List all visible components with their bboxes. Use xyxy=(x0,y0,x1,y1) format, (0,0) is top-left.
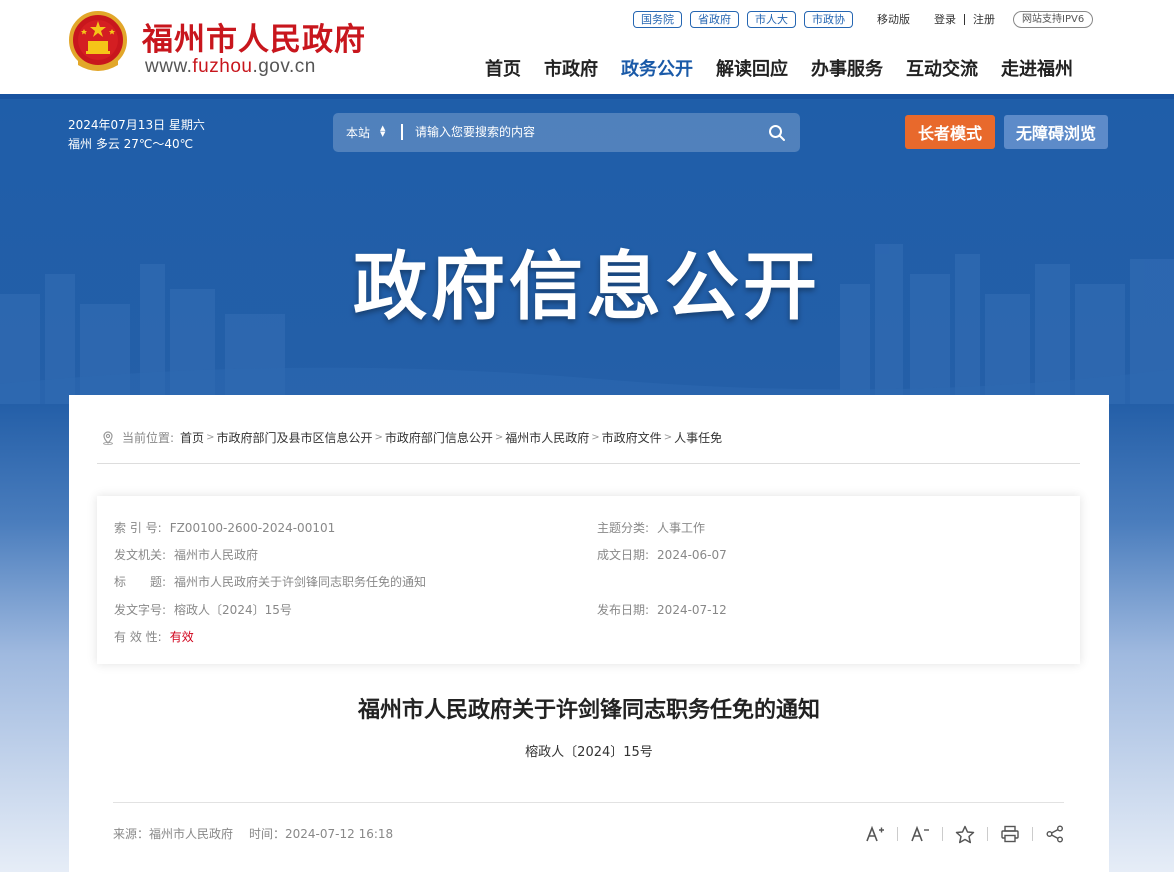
ipv6-badge: 网站支持IPV6 xyxy=(1013,10,1094,28)
meta-label: 发布日期: xyxy=(597,603,650,617)
url-suffix: .gov.cn xyxy=(252,56,316,77)
breadcrumb-city-gov[interactable]: 福州市人民政府 xyxy=(505,429,589,446)
accessibility-button[interactable]: 无障碍浏览 xyxy=(1004,115,1108,149)
nav-city-gov[interactable]: 市政府 xyxy=(544,55,598,81)
breadcrumb-home[interactable]: 首页 xyxy=(180,429,204,446)
register-link[interactable]: 注册 xyxy=(973,11,995,27)
meta-created: 成文日期: 2024-06-07 xyxy=(597,546,727,563)
search-box: 本站 ▲ ▼ xyxy=(333,113,800,152)
document-tools xyxy=(864,823,1066,845)
meta-label: 成文日期: xyxy=(597,548,650,562)
meta-label: 标 题: xyxy=(114,575,167,589)
weather-info: 福州 多云 27℃～40℃ xyxy=(68,137,194,151)
nav-gov-affairs-open[interactable]: 政务公开 xyxy=(621,55,693,81)
band-top-line xyxy=(0,94,1174,99)
print-icon[interactable] xyxy=(999,823,1021,845)
tool-divider xyxy=(942,827,943,841)
nav-about-fuzhou[interactable]: 走进福州 xyxy=(1001,55,1073,81)
search-icon[interactable] xyxy=(768,124,786,142)
document-number: 榕政人〔2024〕15号 xyxy=(525,745,653,760)
meta-published: 发布日期: 2024-07-12 xyxy=(597,601,727,618)
breadcrumb-separator: > xyxy=(591,432,600,443)
breadcrumb-city-docs[interactable]: 市政府文件 xyxy=(602,429,662,446)
breadcrumb-separator: > xyxy=(663,432,673,443)
top-links: 国务院 省政府 市人大 市政协 移动版 登录 注册 网站支持IPV6 xyxy=(633,10,1094,28)
document-metadata: 索 引 号: FZ00100-2600-2024-00101 主题分类: 人事工作 … xyxy=(97,496,1080,664)
meta-label: 有 效 性: xyxy=(114,630,162,644)
link-city-congress[interactable]: 市人大 xyxy=(747,10,796,28)
meta-label: 发文机关: xyxy=(114,548,167,562)
meta-index: 索 引 号: FZ00100-2600-2024-00101 xyxy=(114,519,335,536)
search-input[interactable] xyxy=(415,121,755,143)
favorite-star-icon[interactable] xyxy=(954,823,976,845)
date-weather: 2024年07月13日 星期六 福州 多云 27℃～40℃ xyxy=(68,116,205,154)
nav-home[interactable]: 首页 xyxy=(485,55,521,81)
breadcrumb-prefix: 当前位置: xyxy=(122,431,175,445)
breadcrumb-separator: > xyxy=(494,432,504,443)
site-name[interactable]: 福州市人民政府 xyxy=(142,14,366,59)
meta-label: 主题分类: xyxy=(597,521,650,535)
share-icon[interactable] xyxy=(1044,823,1066,845)
tool-divider xyxy=(1032,827,1033,841)
nav-interaction[interactable]: 互动交流 xyxy=(906,55,978,81)
document-title: 福州市人民政府关于许剑锋同志职务任免的通知 xyxy=(357,698,820,723)
meta-validity: 有 效 性: 有效 xyxy=(114,628,194,645)
search-scope-select[interactable]: 本站 xyxy=(346,124,370,141)
search-divider xyxy=(401,124,403,140)
url-domain: fuzhou xyxy=(192,56,253,77)
meta-value: 福州市人民政府关于许剑锋同志职务任免的通知 xyxy=(174,575,427,589)
font-increase-icon[interactable] xyxy=(864,823,886,845)
meta-docno: 发文字号: 榕政人〔2024〕15号 xyxy=(114,601,292,618)
national-emblem-icon[interactable] xyxy=(68,11,128,73)
elder-mode-button[interactable]: 长者模式 xyxy=(905,115,995,149)
main-nav: 首页 市政府 政务公开 解读回应 办事服务 互动交流 走进福州 xyxy=(485,55,1096,81)
sort-arrows-icon[interactable]: ▲ ▼ xyxy=(380,125,385,138)
meta-value: 2024-06-07 xyxy=(657,548,727,562)
validity-status: 有效 xyxy=(169,630,194,644)
meta-issuer: 发文机关: 福州市人民政府 xyxy=(114,546,258,563)
meta-value: 榕政人〔2024〕15号 xyxy=(174,603,292,617)
breadcrumb: 当前位置: 首页 > 市政府部门及县市区信息公开 > 市政府部门信息公开 > 福州市人… xyxy=(101,429,722,446)
breadcrumb-dept-info[interactable]: 市政府部门信息公开 xyxy=(385,429,493,446)
breadcrumb-separator: > xyxy=(206,432,215,443)
mobile-version-link[interactable]: 移动版 xyxy=(877,11,910,27)
meta-value: 人事工作 xyxy=(657,521,706,535)
meta-label: 索 引 号: xyxy=(114,521,162,535)
font-decrease-icon[interactable] xyxy=(909,823,931,845)
meta-label: 发文字号: xyxy=(114,603,167,617)
location-icon xyxy=(103,430,113,445)
tool-divider xyxy=(987,827,988,841)
url-prefix: www. xyxy=(145,56,193,77)
tool-divider xyxy=(897,827,898,841)
link-province-gov[interactable]: 省政府 xyxy=(690,10,739,28)
site-header: 福州市人民政府 www.fuzhou.gov.cn 国务院 省政府 市人大 市政… xyxy=(0,0,1174,94)
content-card: 当前位置: 首页 > 市政府部门及县市区信息公开 > 市政府部门信息公开 > 福州市人… xyxy=(69,395,1109,872)
breadcrumb-divider xyxy=(97,463,1080,464)
meta-value: 2024-07-12 xyxy=(657,603,727,617)
current-date: 2024年07月13日 星期六 xyxy=(68,118,205,132)
site-url[interactable]: www.fuzhou.gov.cn xyxy=(145,56,316,78)
nav-services[interactable]: 办事服务 xyxy=(811,55,883,81)
breadcrumb-separator: > xyxy=(374,432,383,443)
document-time: 时间：2024-07-12 16:18 xyxy=(249,827,394,841)
meta-title: 标 题: 福州市人民政府关于许剑锋同志职务任免的通知 xyxy=(114,573,426,590)
meta-value: FZ00100-2600-2024-00101 xyxy=(169,521,336,535)
meta-value: 福州市人民政府 xyxy=(174,548,259,562)
meta-topic: 主题分类: 人事工作 xyxy=(597,519,705,536)
breadcrumb-dept-county[interactable]: 市政府部门及县市区信息公开 xyxy=(216,429,372,446)
link-state-council[interactable]: 国务院 xyxy=(633,10,682,28)
login-link[interactable]: 登录 xyxy=(934,11,956,27)
breadcrumb-personnel[interactable]: 人事任免 xyxy=(674,429,722,446)
link-city-cppcc[interactable]: 市政协 xyxy=(804,10,853,28)
document-divider xyxy=(113,802,1064,803)
banner-title: 政府信息公开 xyxy=(353,244,821,330)
document-source-time: 来源：福州市人民政府 时间：2024-07-12 16:18 xyxy=(113,825,393,842)
divider xyxy=(964,13,965,25)
document-source: 来源：福州市人民政府 xyxy=(113,827,234,841)
nav-interpretation[interactable]: 解读回应 xyxy=(716,55,788,81)
